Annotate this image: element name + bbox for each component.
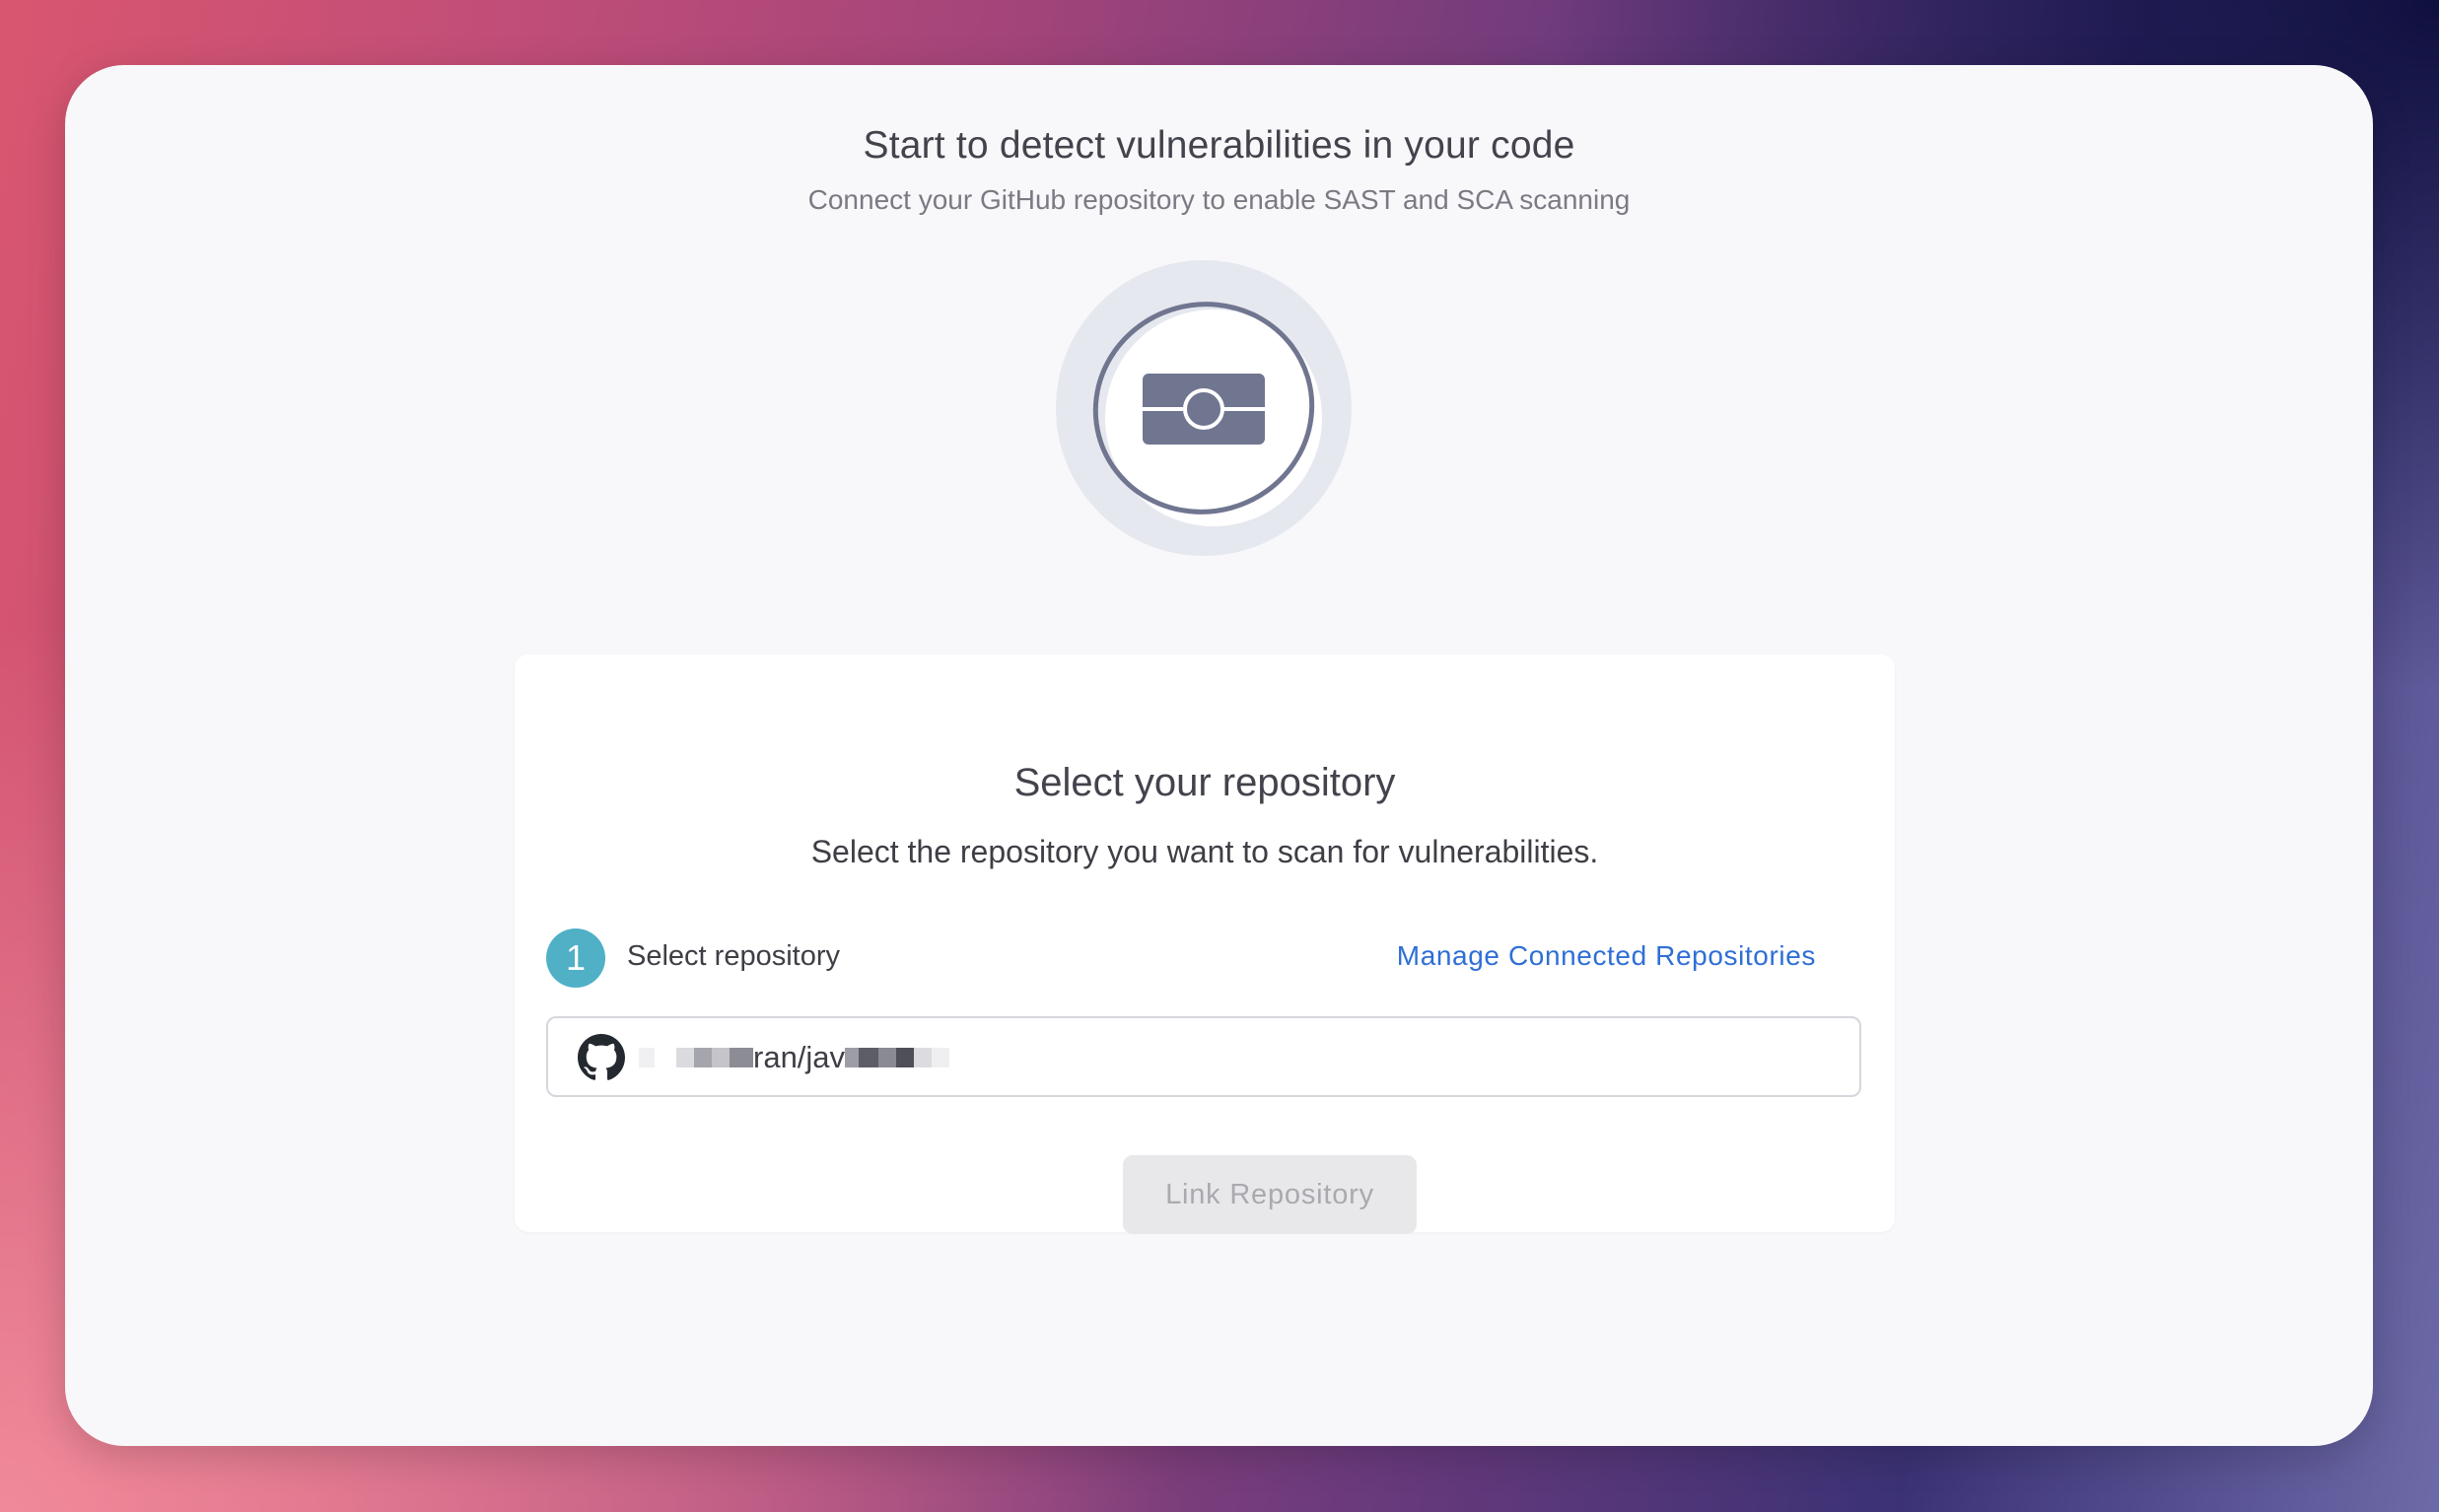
redacted-block [932, 1048, 950, 1067]
step-number-badge: 1 [546, 928, 605, 988]
main-window: Start to detect vulnerabilities in your … [65, 65, 2373, 1446]
github-icon [578, 1034, 625, 1080]
card-title: Select your repository [1013, 761, 1396, 804]
redacted-block [639, 1048, 655, 1067]
step-label: Select repository [627, 940, 840, 972]
repository-value: ran/jav [639, 1036, 950, 1079]
redacted-block [914, 1048, 933, 1067]
repository-card: Select your repository Select the reposi… [515, 654, 1895, 1234]
repository-select[interactable]: ran/jav [546, 1016, 1861, 1097]
redacted-block [730, 1048, 753, 1067]
redacted-block [896, 1048, 915, 1067]
redacted-block [845, 1048, 860, 1067]
repository-name-visible: ran/jav [753, 1040, 846, 1074]
redacted-block [676, 1048, 694, 1067]
redacted-block [878, 1048, 897, 1067]
manage-connected-repositories-link[interactable]: Manage Connected Repositories [1397, 940, 1816, 972]
redacted-block [694, 1048, 712, 1067]
redacted-block [859, 1048, 879, 1067]
card-description: Select the repository you want to scan f… [810, 834, 1599, 869]
redacted-block [712, 1048, 730, 1067]
link-repository-button[interactable]: Link Repository [1123, 1155, 1417, 1234]
connector-card-icon [1056, 260, 1352, 556]
page-subtitle: Connect your GitHub repository to enable… [807, 184, 1631, 215]
page-title: Start to detect vulnerabilities in your … [863, 124, 1575, 167]
